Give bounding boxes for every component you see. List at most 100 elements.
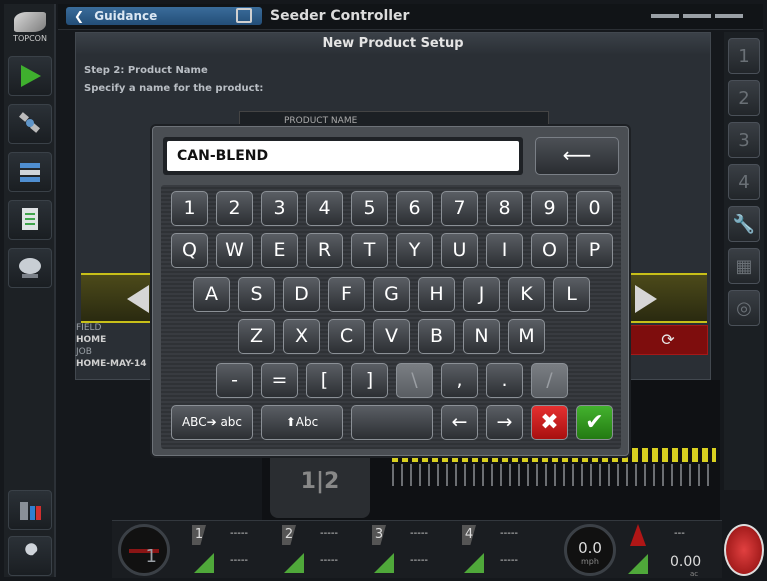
chevron-left-icon: ❮ bbox=[74, 9, 85, 23]
satellite-icon bbox=[19, 112, 40, 133]
key-i[interactable]: I bbox=[486, 233, 523, 268]
rate-gauge[interactable]: 1 bbox=[118, 524, 170, 576]
section-bottom-value: ----- bbox=[410, 555, 429, 566]
area-counter[interactable]: --- 0.00 ac bbox=[626, 524, 718, 578]
key-period[interactable]: . bbox=[486, 363, 523, 398]
key-hyphen[interactable]: - bbox=[216, 363, 253, 398]
key-a[interactable]: A bbox=[193, 277, 230, 312]
job-value: HOME-MAY-14 bbox=[76, 359, 147, 369]
key-r[interactable]: R bbox=[306, 233, 343, 268]
play-arrow-icon bbox=[21, 65, 41, 87]
key-5[interactable]: 5 bbox=[351, 191, 388, 226]
key-t[interactable]: T bbox=[351, 233, 388, 268]
device-button[interactable] bbox=[8, 490, 52, 530]
key-2[interactable]: 2 bbox=[216, 191, 253, 226]
section-4-status[interactable]: 4 ----- ----- bbox=[462, 525, 550, 575]
document-icon bbox=[22, 208, 38, 230]
layout-button[interactable] bbox=[8, 152, 52, 192]
area-value: 0.00 bbox=[670, 554, 702, 570]
key-w[interactable]: W bbox=[216, 233, 253, 268]
key-y[interactable]: Y bbox=[396, 233, 433, 268]
key-m[interactable]: M bbox=[508, 319, 545, 354]
key-n[interactable]: N bbox=[463, 319, 500, 354]
panel-3-button[interactable]: 3 bbox=[728, 122, 760, 158]
ok-button[interactable]: ✔ bbox=[576, 405, 613, 440]
key-j[interactable]: J bbox=[463, 277, 500, 312]
map-button[interactable]: ▦ bbox=[728, 248, 760, 284]
section-3-status[interactable]: 3 ----- ----- bbox=[372, 525, 460, 575]
key-9[interactable]: 9 bbox=[531, 191, 568, 226]
master-switch-button[interactable] bbox=[724, 524, 764, 576]
section-1-status[interactable]: 1 ----- ----- bbox=[192, 525, 280, 575]
satellite-button[interactable] bbox=[8, 104, 52, 144]
key-o[interactable]: O bbox=[531, 233, 568, 268]
panel-1-button[interactable]: 1 bbox=[728, 38, 760, 74]
key-1[interactable]: 1 bbox=[171, 191, 208, 226]
green-indicator-icon bbox=[284, 553, 304, 573]
cursor-left-button[interactable]: ← bbox=[441, 405, 478, 440]
cloud-icon bbox=[19, 258, 41, 278]
setup-title: New Product Setup bbox=[76, 33, 710, 55]
text-entry[interactable]: CAN-BLEND bbox=[163, 137, 523, 175]
report-button[interactable] bbox=[8, 200, 52, 240]
key-b[interactable]: B bbox=[418, 319, 455, 354]
key-q[interactable]: Q bbox=[171, 233, 208, 268]
section-bottom-value: ----- bbox=[320, 555, 339, 566]
key-v[interactable]: V bbox=[373, 319, 410, 354]
section-2-status[interactable]: 2 ----- ----- bbox=[282, 525, 370, 575]
seeder-controller-screen: TOPCON ❮ Guidance Seeder Controller 1 2 … bbox=[0, 0, 767, 581]
key-3[interactable]: 3 bbox=[261, 191, 298, 226]
panel-4-button[interactable]: 4 bbox=[728, 164, 760, 200]
status-indicator bbox=[651, 14, 743, 18]
key-h[interactable]: H bbox=[418, 277, 455, 312]
guidance-play-button[interactable] bbox=[8, 56, 52, 96]
key-u[interactable]: U bbox=[441, 233, 478, 268]
key-k[interactable]: K bbox=[508, 277, 545, 312]
key-f[interactable]: F bbox=[328, 277, 365, 312]
key-d[interactable]: D bbox=[283, 277, 320, 312]
guidance-tab[interactable]: ❮ Guidance bbox=[66, 7, 262, 25]
window-icon[interactable] bbox=[236, 8, 252, 23]
settings-button[interactable] bbox=[8, 536, 52, 576]
section-bottom-value: ----- bbox=[500, 555, 519, 566]
key-p[interactable]: P bbox=[576, 233, 613, 268]
key-z[interactable]: Z bbox=[238, 319, 275, 354]
shift-button[interactable]: ⬆Abc bbox=[261, 405, 343, 440]
map-icon: ▦ bbox=[735, 255, 753, 277]
key-4[interactable]: 4 bbox=[306, 191, 343, 226]
weather-button[interactable] bbox=[8, 248, 52, 288]
job-label: JOB bbox=[76, 347, 92, 357]
cursor-right-button[interactable]: → bbox=[486, 405, 523, 440]
key-e[interactable]: E bbox=[261, 233, 298, 268]
key-0[interactable]: 0 bbox=[576, 191, 613, 226]
key-right-bracket[interactable]: ] bbox=[351, 363, 388, 398]
key-7[interactable]: 7 bbox=[441, 191, 478, 226]
key-l[interactable]: L bbox=[553, 277, 590, 312]
key-equals[interactable]: = bbox=[261, 363, 298, 398]
panel-2-button[interactable]: 2 bbox=[728, 80, 760, 116]
key-x[interactable]: X bbox=[283, 319, 320, 354]
key-grid: 1 2 3 4 5 6 7 8 9 0 Q W E R T Y U I O P … bbox=[161, 185, 621, 449]
backspace-button[interactable]: ⟵ bbox=[535, 137, 619, 175]
wrench-icon bbox=[23, 543, 38, 565]
guidance-label: Guidance bbox=[94, 9, 158, 23]
key-s[interactable]: S bbox=[238, 277, 275, 312]
case-toggle-button[interactable]: ABC➔ abc bbox=[171, 405, 253, 440]
tools-button[interactable]: 🔧 bbox=[728, 206, 760, 242]
gauge-button[interactable]: ◎ bbox=[728, 290, 760, 326]
key-c[interactable]: C bbox=[328, 319, 365, 354]
key-comma[interactable]: , bbox=[441, 363, 478, 398]
area-unit: ac bbox=[690, 570, 699, 578]
back-arrow-icon[interactable] bbox=[127, 285, 149, 313]
reset-button[interactable]: ⟳ bbox=[628, 325, 708, 355]
speed-gauge[interactable]: 0.0 mph bbox=[564, 524, 616, 576]
key-8[interactable]: 8 bbox=[486, 191, 523, 226]
key-6[interactable]: 6 bbox=[396, 191, 433, 226]
key-left-bracket[interactable]: [ bbox=[306, 363, 343, 398]
topcon-mark-icon bbox=[14, 12, 46, 32]
key-g[interactable]: G bbox=[373, 277, 410, 312]
next-arrow-icon[interactable] bbox=[635, 285, 657, 313]
key-backslash: \ bbox=[396, 363, 433, 398]
space-button[interactable] bbox=[351, 405, 433, 440]
cancel-button[interactable]: ✖ bbox=[531, 405, 568, 440]
